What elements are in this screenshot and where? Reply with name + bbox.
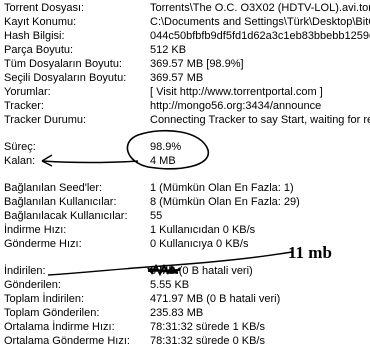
value-uploaded: 5.55 KB [150,279,190,291]
label-tracker: Tracker: [4,100,44,112]
row-downloaded: İndirilen: 6 MB (0 B hatali veri) [0,264,370,278]
value-total-downloaded: 471.97 MB (0 B hatali veri) [150,293,281,305]
row-avg-upload-speed: Ortalama Gönderme Hızı: 78:31:32 sürede … [0,334,370,348]
label-tracker-status: Tracker Durumu: [4,114,87,126]
label-selected-size: Seçili Dosyaların Boyutu: [4,72,127,84]
row-total-downloaded: Toplam İndirilen: 471.97 MB (0 B hatali … [0,292,370,306]
value-total-uploaded: 235.83 MB [150,307,204,319]
row-piece-size: Parça Boyutu: 512 KB [0,43,370,57]
row-save-location: Kayıt Konumu: C:\Documents and Settings\… [0,15,370,29]
value-avg-upload-speed: 78:31:32 sürede 0 KB/s [150,335,265,347]
value-connected-seeds: 1 (Mümkün Olan En Fazla: 1) [150,182,294,194]
value-comments-link[interactable]: [ Visit http://www.torrentportal.com ] [150,85,323,99]
label-save-location: Kayıt Konumu: [4,16,77,28]
label-remaining: Kalan: [4,155,36,167]
handwritten-note: 11 mb [288,243,332,262]
label-connected-seeds: Bağlanılan Seed'ler: [4,182,103,194]
label-piece-size: Parça Boyutu: [4,44,74,56]
value-tracker: http://mongo56.org:3434/announce [150,100,322,112]
row-connected-seeds: Bağlanılan Seed'ler: 1 (Mümkün Olan En F… [0,181,370,195]
value-avg-download-speed: 78:31:32 sürede 1 KB/s [150,321,265,333]
value-remaining: 4 MB [150,155,176,167]
label-avg-download-speed: Ortalama İndirme Hızı: [4,321,115,333]
value-upload-speed: 0 Kullanıcıya 0 KB/s [150,238,249,250]
row-selected-size: Seçili Dosyaların Boyutu: 369.57 MB [0,71,370,85]
value-connected-peers: 8 (Mümkün Olan En Fazla: 29) [150,196,300,208]
value-total-size: 369.57 MB [98.9%] [150,58,244,70]
row-remaining: Kalan: 4 MB [0,154,370,168]
value-progress: 98.9% [150,141,182,153]
row-connected-peers: Bağlanılan Kullanıcılar: 8 (Mümkün Olan … [0,195,370,209]
value-torrent-file: Torrents\The O.C. O3X02 (HDTV-LOL).avi.t… [150,2,370,14]
row-tracker: Tracker: http://mongo56.org:3434/announc… [0,99,370,113]
value-tracker-status: Connecting Tracker to say Start, waiting… [150,114,370,126]
value-piece-size: 512 KB [150,44,187,56]
row-total-size: Tüm Dosyaların Boyutu: 369.57 MB [98.9%] [0,57,370,71]
row-torrent-file: Torrent Dosyası: Torrents\The O.C. O3X02… [0,1,370,15]
label-connected-peers: Bağlanılan Kullanıcılar: [4,196,117,208]
label-avg-upload-speed: Ortalama Gönderme Hızı: [4,335,130,347]
label-upload-speed: Gönderme Hızı: [4,238,82,250]
row-peers-to-connect: Bağlanılacak Kullanıcılar: 55 [0,209,370,223]
label-progress: Süreç: [4,141,36,153]
row-avg-download-speed: Ortalama İndirme Hızı: 78:31:32 sürede 1… [0,320,370,334]
value-downloaded: 6 MB (0 B hatali veri) [150,265,253,277]
row-download-speed: İndirme Hızı: 1 Kullanıcıdan 0 KB/s [0,223,370,237]
label-peers-to-connect: Bağlanılacak Kullanıcılar: [4,210,128,222]
value-selected-size: 369.57 MB [150,72,204,84]
row-progress: Süreç: 98.9% [0,140,370,154]
label-download-speed: İndirme Hızı: [4,224,67,236]
label-hash: Hash Bilgisi: [4,30,65,42]
label-total-downloaded: Toplam İndirilen: [4,293,85,305]
value-peers-to-connect: 55 [150,210,163,222]
row-hash: Hash Bilgisi: 044c50bfbfb9df5fd1d62a3c1e… [0,29,370,43]
row-total-uploaded: Toplam Gönderilen: 235.83 MB [0,306,370,320]
row-uploaded: Gönderilen: 5.55 KB [0,278,370,292]
row-tracker-status: Tracker Durumu: Connecting Tracker to sa… [0,113,370,127]
label-uploaded: Gönderilen: [4,279,61,291]
label-torrent-file: Torrent Dosyası: [4,2,85,14]
label-comments: Yorumlar: [4,86,51,98]
row-comments: Yorumlar: [ Visit http://www.torrentport… [0,85,370,99]
value-download-speed: 1 Kullanıcıdan 0 KB/s [150,224,256,236]
label-total-size: Tüm Dosyaların Boyutu: [4,58,122,70]
label-downloaded: İndirilen: [4,265,46,277]
value-hash: 044c50bfbfb9df5fd1d62a3c1eb83bbebb1259c4 [150,30,370,42]
label-total-uploaded: Toplam Gönderilen: [4,307,100,319]
value-save-location: C:\Documents and Settings\Türk\Desktop\B… [150,16,370,28]
